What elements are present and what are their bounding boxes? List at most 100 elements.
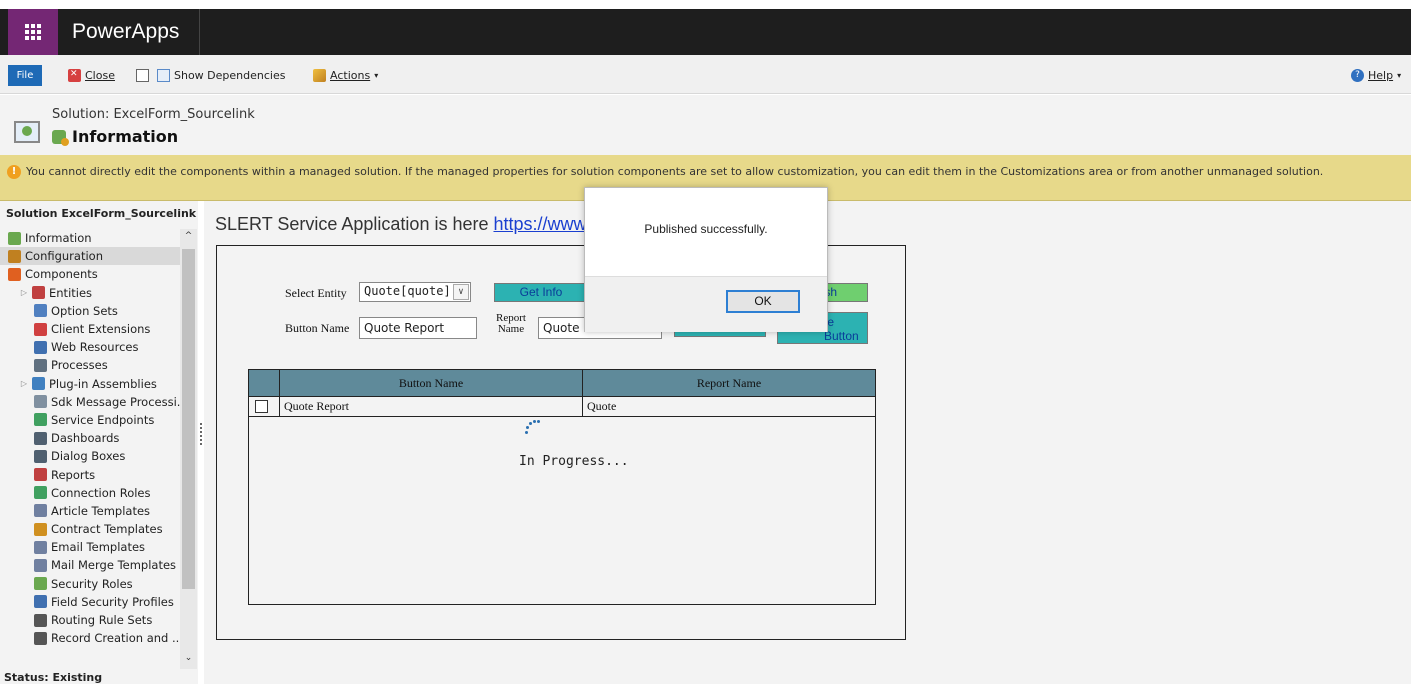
- sidebar-item-entities[interactable]: ▷ Entities: [0, 284, 180, 302]
- scroll-up-icon[interactable]: ^: [180, 231, 197, 245]
- sidebar-item-mail-merge-templates[interactable]: Mail Merge Templates: [0, 556, 180, 574]
- sidebar-item-dashboards[interactable]: Dashboards: [0, 429, 180, 447]
- sidebar-item-label: Security Roles: [51, 576, 133, 591]
- grid-header: Button Name Report Name: [249, 370, 875, 397]
- solution-name: Solution: ExcelForm_Sourcelink: [52, 107, 255, 122]
- sidebar-item-reports[interactable]: Reports: [0, 465, 180, 483]
- option-sets-icon: [34, 304, 47, 318]
- web-resources-icon: [34, 340, 47, 354]
- sidebar-item-plug-in-assemblies[interactable]: ▷ Plug-in Assemblies: [0, 375, 180, 393]
- table-row[interactable]: Quote Report Quote: [249, 397, 875, 417]
- sidebar-item-article-templates[interactable]: Article Templates: [0, 502, 180, 520]
- solution-status: Status: Existing: [4, 671, 103, 684]
- sidebar-item-label: Entities: [49, 285, 93, 300]
- sidebar-item-label: Client Extensions: [51, 322, 151, 337]
- sidebar-item-email-templates[interactable]: Email Templates: [0, 538, 180, 556]
- configuration-icon: [8, 249, 21, 263]
- row-report-name: Quote: [587, 399, 617, 413]
- sidebar-item-label: Components: [25, 267, 98, 282]
- grid-header-select: [249, 370, 280, 397]
- scrollbar-thumb[interactable]: [182, 249, 195, 589]
- waffle-icon: [25, 24, 41, 40]
- select-entity-label: Select Entity: [285, 286, 347, 300]
- sidebar-item-label: Contract Templates: [51, 522, 163, 537]
- sidebar-item-label: Service Endpoints: [51, 412, 155, 427]
- row-select-cell: [249, 397, 280, 416]
- dialog-footer: OK: [585, 276, 827, 332]
- sidebar-item-information[interactable]: Information: [0, 229, 180, 247]
- service-application-label: SLERT Service Application is here: [215, 214, 494, 234]
- scroll-down-icon[interactable]: ⌄: [180, 653, 197, 667]
- reports-icon: [34, 468, 47, 482]
- information-icon: [52, 129, 69, 146]
- print-button[interactable]: [136, 67, 149, 83]
- components-icon: [8, 267, 21, 281]
- grid-header-button-name[interactable]: Button Name: [280, 370, 583, 397]
- select-entity-dropdown[interactable]: Quote[quote] ∨: [359, 282, 471, 302]
- page-title: Information: [72, 127, 179, 146]
- sidebar-item-connection-roles[interactable]: Connection Roles: [0, 484, 180, 502]
- sidebar-item-client-extensions[interactable]: Client Extensions: [0, 320, 180, 338]
- security-roles-icon: [34, 577, 47, 591]
- entities-icon: [32, 286, 45, 300]
- row-button-name: Quote Report: [280, 397, 583, 416]
- row-checkbox[interactable]: [255, 400, 268, 413]
- grid-header-report-name[interactable]: Report Name: [583, 370, 875, 397]
- app-title[interactable]: PowerApps: [58, 9, 201, 55]
- sidebar-item-security-roles[interactable]: Security Roles: [0, 575, 180, 593]
- connection-roles-icon: [34, 486, 47, 500]
- sidebar-item-label: Dashboards: [51, 431, 120, 446]
- sidebar-item-label: Email Templates: [51, 540, 146, 555]
- pane-splitter[interactable]: [200, 423, 203, 445]
- sidebar-item-field-security-profiles[interactable]: Field Security Profiles: [0, 593, 180, 611]
- solution-header: Solution: ExcelForm_Sourcelink Informati…: [0, 95, 1411, 155]
- sidebar-item-option-sets[interactable]: Option Sets: [0, 302, 180, 320]
- actions-menu-button[interactable]: Actions ▾: [313, 67, 378, 83]
- close-button[interactable]: Close: [68, 67, 115, 83]
- warning-text: You cannot directly edit the components …: [26, 165, 1324, 178]
- record-creation-icon: [34, 631, 47, 645]
- sidebar-item-components[interactable]: Components: [0, 265, 180, 283]
- sidebar-item-label: Processes: [51, 358, 108, 373]
- button-name-input[interactable]: Quote Report: [359, 317, 477, 339]
- solution-sidebar: Solution ExcelForm_Sourcelink Informatio…: [0, 201, 198, 684]
- sidebar-item-web-resources[interactable]: Web Resources: [0, 338, 180, 356]
- report-name-label: Report Name: [496, 312, 526, 335]
- service-application-link[interactable]: https://www: [493, 214, 586, 234]
- help-label: Help: [1368, 68, 1394, 82]
- sidebar-item-processes[interactable]: Processes: [0, 356, 180, 374]
- dropdown-arrow-icon: ▾: [1397, 70, 1402, 80]
- field-security-icon: [34, 595, 47, 609]
- sidebar-item-contract-templates[interactable]: Contract Templates: [0, 520, 180, 538]
- dependencies-icon: [157, 68, 170, 82]
- show-dependencies-button[interactable]: Show Dependencies: [157, 67, 285, 83]
- sidebar-item-configuration[interactable]: Configuration: [0, 247, 180, 266]
- contract-templates-icon: [34, 522, 47, 536]
- article-templates-icon: [34, 504, 47, 518]
- mail-merge-icon: [34, 558, 47, 572]
- help-button[interactable]: ? Help ▾: [1351, 67, 1401, 83]
- app-launcher-button[interactable]: [8, 9, 58, 55]
- expand-arrow-icon[interactable]: ▷: [20, 288, 28, 297]
- sidebar-item-label: Web Resources: [51, 340, 139, 355]
- expand-arrow-icon[interactable]: ▷: [20, 379, 28, 388]
- service-application-text: SLERT Service Application is here https:…: [215, 214, 587, 235]
- ok-button[interactable]: OK: [726, 290, 800, 313]
- sidebar-item-dialog-boxes[interactable]: Dialog Boxes: [0, 447, 180, 465]
- sidebar-item-label: Information: [25, 231, 92, 246]
- sidebar-item-label: Article Templates: [51, 503, 151, 518]
- sidebar-scrollbar[interactable]: ^ ⌄: [180, 229, 197, 669]
- sidebar-item-service-endpoints[interactable]: Service Endpoints: [0, 411, 180, 429]
- sidebar-item-record-creation-and[interactable]: Record Creation and ...: [0, 629, 180, 647]
- sidebar-item-routing-rule-sets[interactable]: Routing Rule Sets: [0, 611, 180, 629]
- dialog-boxes-icon: [34, 449, 47, 463]
- publish-success-dialog: Published successfully. OK: [584, 187, 828, 332]
- gear-puzzle-icon: [8, 231, 21, 245]
- sidebar-item-label: Reports: [51, 467, 96, 482]
- sidebar-item-label: Field Security Profiles: [51, 594, 174, 609]
- file-button[interactable]: File: [8, 65, 42, 86]
- sidebar-title: Solution ExcelForm_Sourcelink: [6, 207, 197, 220]
- sidebar-item-sdk-message-processi[interactable]: Sdk Message Processi...: [0, 393, 180, 411]
- get-info-button[interactable]: Get Info: [494, 283, 588, 302]
- actions-icon: [313, 68, 326, 82]
